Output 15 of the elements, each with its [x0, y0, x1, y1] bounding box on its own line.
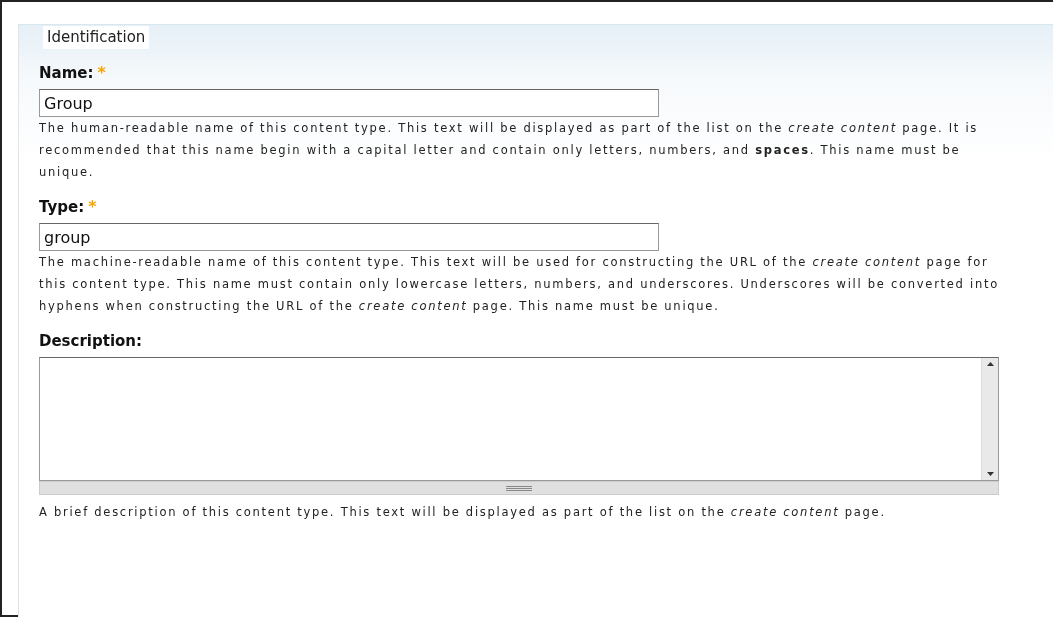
text-field[interactable]: group	[39, 223, 659, 251]
scroll-down-icon[interactable]	[986, 472, 994, 476]
resize-handle[interactable]	[39, 481, 999, 495]
text-field[interactable]: Group	[39, 89, 659, 117]
required-asterisk: *	[88, 197, 97, 216]
field-label: Description:	[39, 332, 142, 350]
field-label: Type:	[39, 198, 85, 216]
help-text: The human-readable name of this content type. This text will be displayed as part of the list on the create content page. It is recommended that this name begin with a capital letter and contain only letters, numbers, and spaces. This name must be unique.	[39, 120, 980, 181]
grip-icon	[506, 485, 532, 491]
help-text: The machine-readable name of this content type. This text will be used for constructing the URL of the create content page for this content type. This name must contain only lowercase letters, numbers, and underscores. Underscores will be converted into hyphens when constructing the URL of the create content page. This name must be unique.	[39, 254, 1000, 315]
help-text: A brief description of this content type. This text will be displayed as part of the list on the create content page.	[39, 504, 887, 521]
scroll-up-icon[interactable]	[986, 362, 994, 366]
field-label: Name:	[39, 64, 94, 82]
fieldset-legend: Identification	[43, 26, 150, 49]
required-asterisk: *	[97, 63, 106, 82]
